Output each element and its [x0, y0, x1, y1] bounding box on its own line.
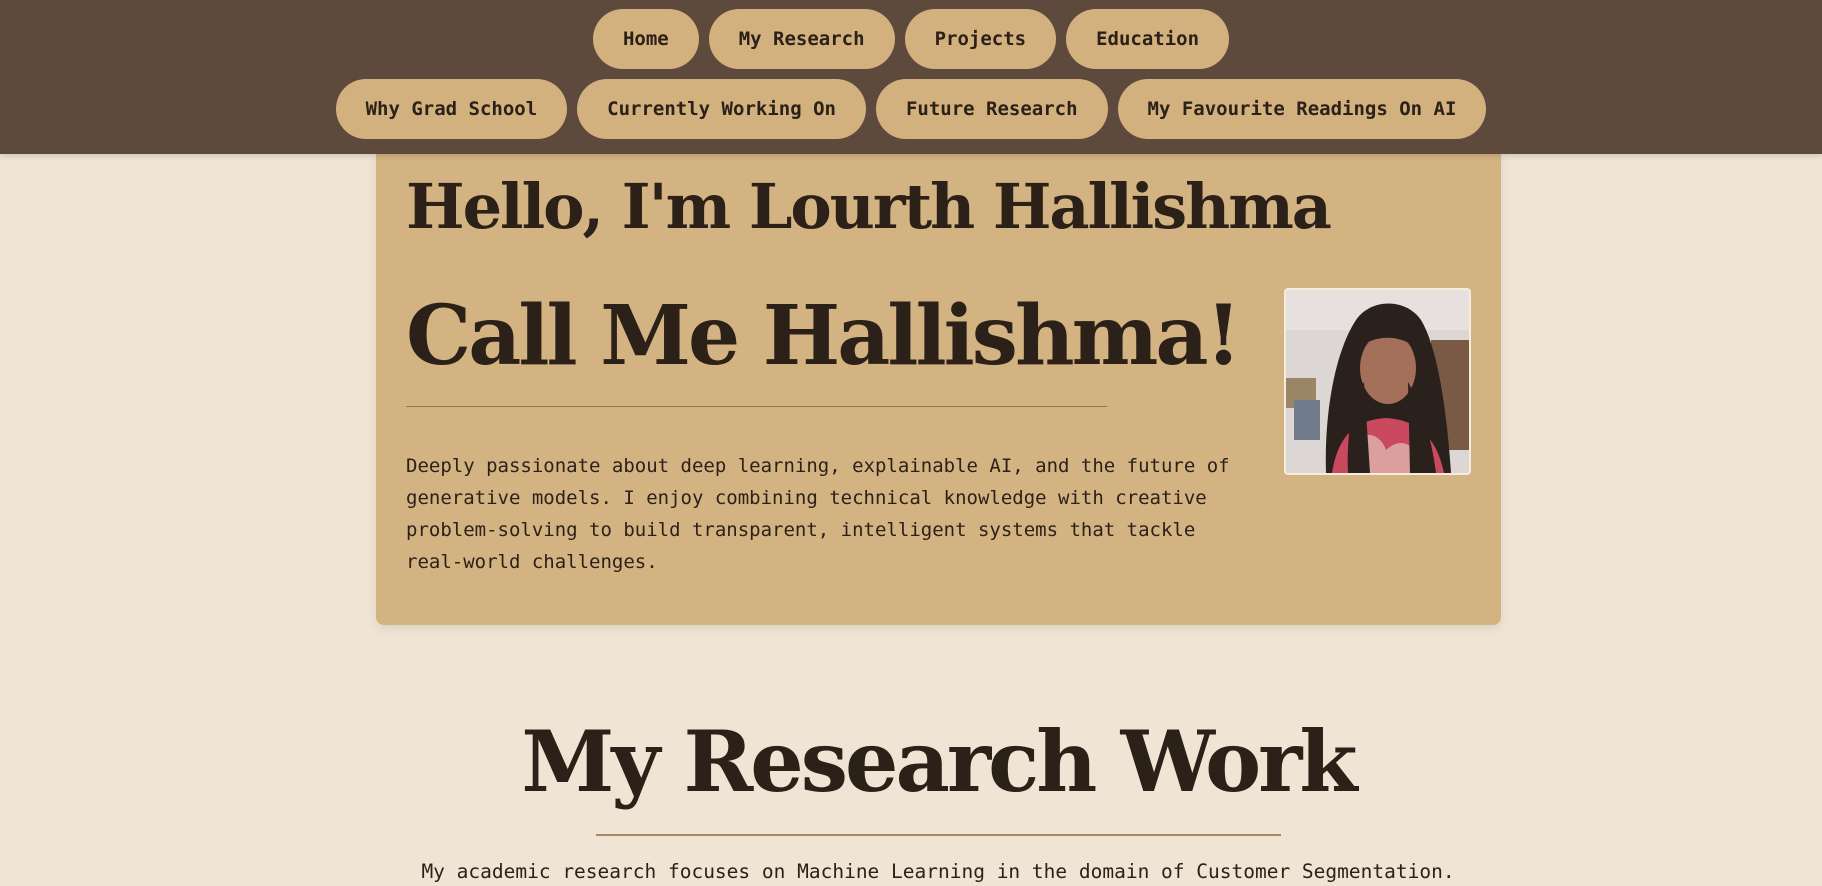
hero-divider [406, 406, 1107, 407]
hero-description: Deeply passionate about deep learning, e… [406, 455, 1230, 573]
research-description: My academic research focuses on Machine … [421, 860, 1455, 883]
nav-row-secondary: Why Grad School Currently Working On Fut… [0, 79, 1822, 139]
nav-link-favourite-readings[interactable]: My Favourite Readings On AI [1117, 79, 1487, 139]
hero-greeting: Hello, I'm Lourth Hallishma [406, 170, 1332, 243]
research-section-title: My Research Work [521, 712, 1357, 811]
top-navigation: Home My Research Projects Education Why … [0, 0, 1822, 154]
profile-photo-image [1286, 290, 1469, 473]
nav-link-currently-working-on[interactable]: Currently Working On [577, 79, 866, 139]
nav-row-primary: Home My Research Projects Education [0, 9, 1822, 69]
research-divider [596, 834, 1281, 836]
nav-link-future-research[interactable]: Future Research [875, 79, 1108, 139]
nav-link-my-research[interactable]: My Research [708, 9, 895, 69]
nav-link-why-grad-school[interactable]: Why Grad School [335, 79, 568, 139]
hero-card: Hello, I'm Lourth Hallishma Call Me Hall… [376, 150, 1501, 625]
nav-link-home[interactable]: Home [592, 9, 699, 69]
nav-link-projects[interactable]: Projects [904, 9, 1057, 69]
profile-photo [1284, 288, 1471, 475]
nav-link-education[interactable]: Education [1066, 9, 1230, 69]
hero-nickname: Call Me Hallishma! [406, 288, 1241, 384]
